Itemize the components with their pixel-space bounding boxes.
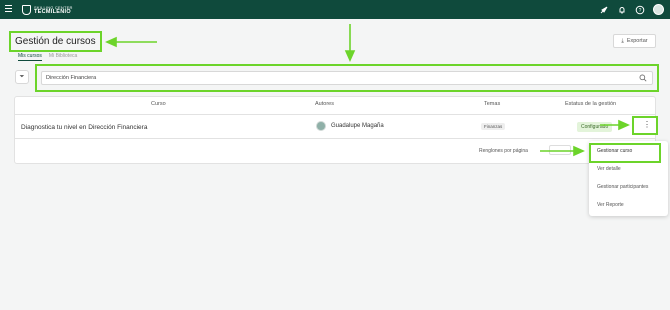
arrow-to-kebab-head [618,119,630,131]
arrow-to-title-head [105,36,117,48]
annotation-arrows [105,24,630,157]
arrow-to-menu-head [573,145,585,157]
arrow-to-search-head [344,50,356,62]
